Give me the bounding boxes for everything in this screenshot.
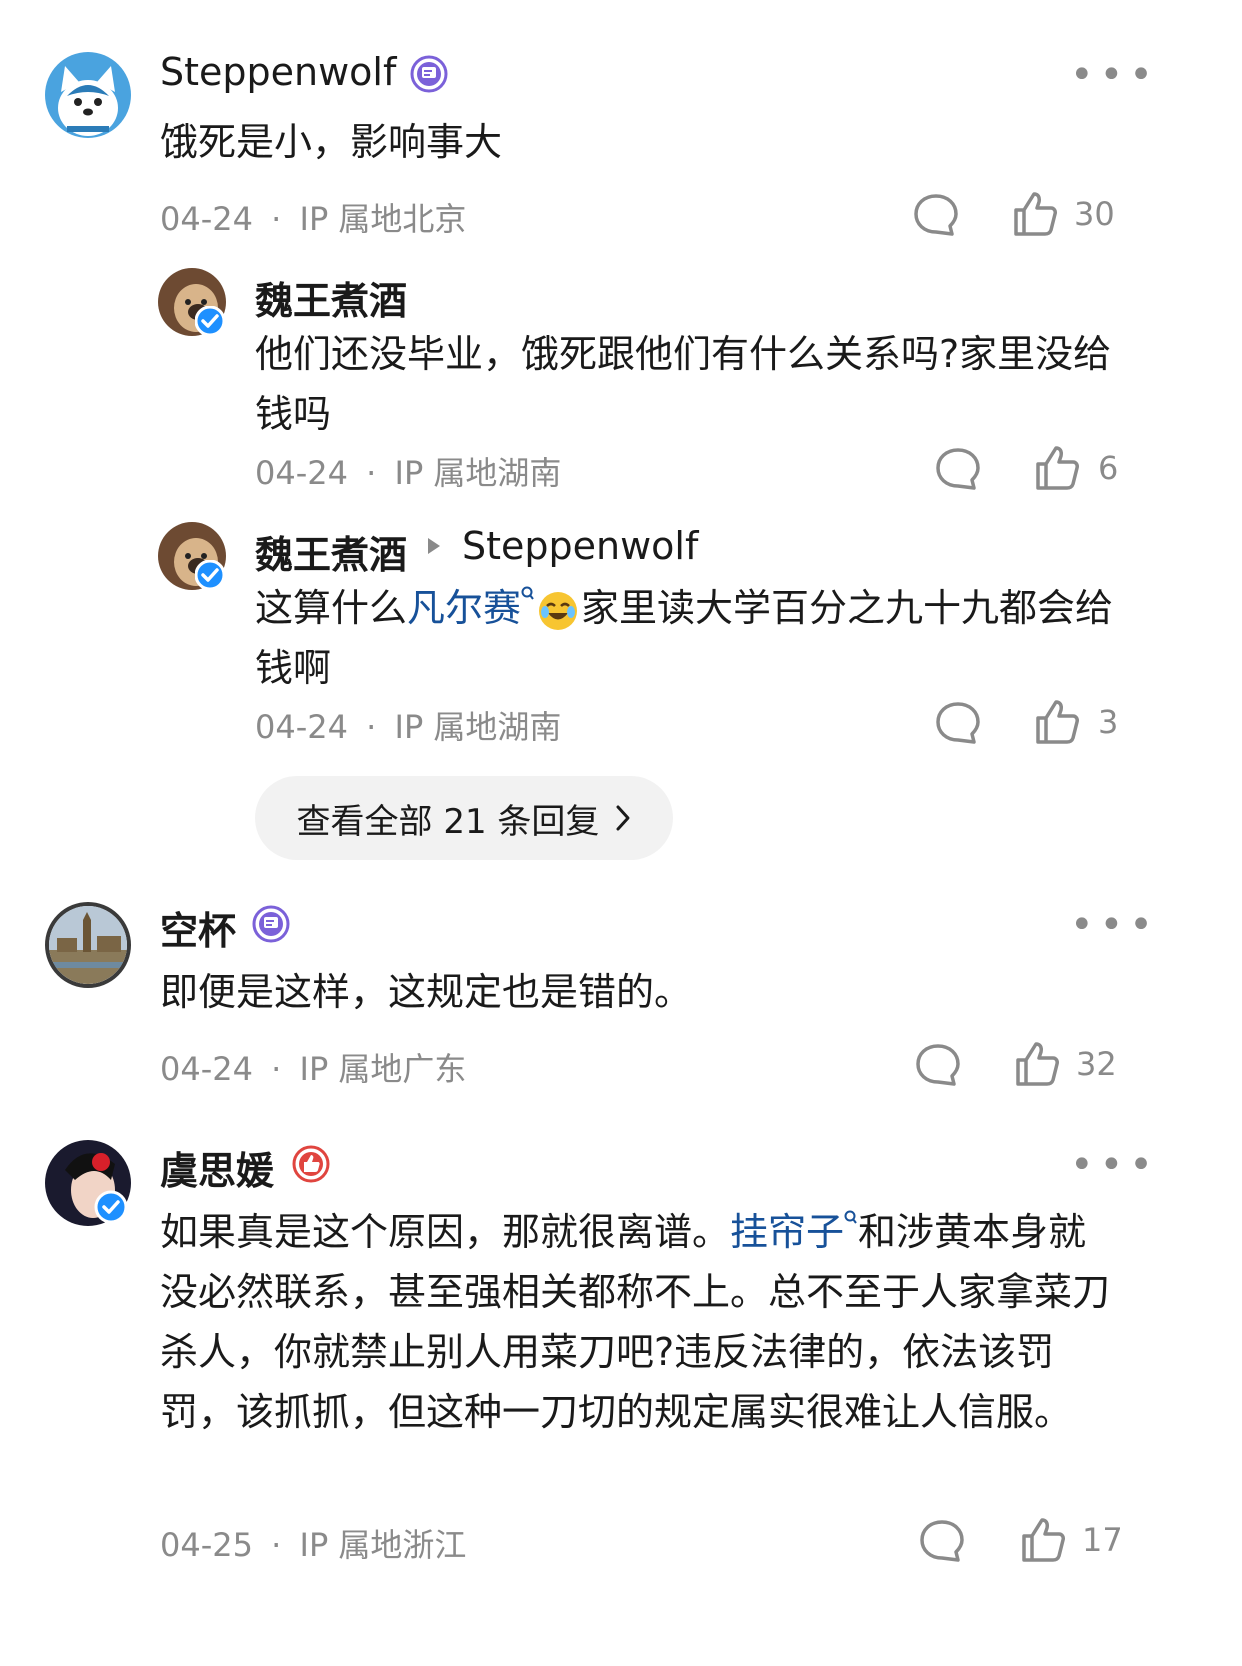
reply-button[interactable] [912,192,960,238]
like-button[interactable]: 3 [1034,698,1118,746]
comment-ip: IP 属地北京 [299,200,467,238]
comment-bubble-icon [936,702,980,744]
reply-ip: IP 属地湖南 [394,454,562,492]
comment-meta: 04-25 · IP 属地浙江 [160,1520,466,1566]
comment-date: 04-24 [160,1050,253,1088]
comment-ip: IP 属地广东 [299,1050,467,1088]
like-count: 17 [1082,1521,1123,1559]
comment-bubble-icon [920,1520,964,1562]
comment-bubble-icon [936,448,980,490]
comment-date: 04-24 [160,200,253,238]
comment-author[interactable]: Steppenwolf [160,50,396,94]
comment-meta: 04-24 · IP 属地广东 [160,1044,466,1090]
reply-button[interactable] [918,1518,966,1564]
verified-icon [94,1190,128,1224]
reply-meta: 04-24 · IP 属地湖南 [255,448,561,494]
comment-meta: 04-24 · IP 属地北京 [160,194,466,240]
reply-text: 这算什么凡尔赛 家里读大学百分之九十九都会给钱啊 [255,578,1135,698]
thumbs-up-icon [1014,192,1057,236]
thumbs-up-icon [1036,700,1079,744]
comment-text: 即便是这样，这规定也是错的。 [160,970,693,1014]
reply-button[interactable] [934,700,982,746]
like-button[interactable]: 32 [1014,1040,1117,1088]
search-icon [844,1210,858,1226]
comment-text: 饿死是小，影响事大 [160,120,503,164]
more-options-button[interactable]: ••• [1070,1142,1159,1188]
search-icon [521,586,535,602]
reply-meta: 04-24 · IP 属地湖南 [255,702,561,748]
separator: · [271,1526,282,1564]
reply-date: 04-24 [255,454,348,492]
topic-link[interactable]: 挂帘子 [730,1210,844,1254]
like-count: 32 [1076,1045,1117,1083]
reply-author[interactable]: 魏王煮酒 [255,524,407,579]
verified-icon [195,560,225,590]
comment-text: 如果真是这个原因，那就很离谱。挂帘子 和涉黄本身就没必然联系，甚至强相关都称不上。… [160,1202,1120,1442]
comment-bubble-icon [914,194,958,236]
city-avatar-icon [49,906,127,984]
thumbs-up-icon [1036,446,1079,490]
topic-link[interactable]: 凡尔赛 [407,586,521,630]
separator: · [271,200,282,238]
reply-arrow-icon [426,536,442,556]
reply-text-before: 这算什么 [255,586,408,630]
separator: · [271,1050,282,1088]
reply-ip: IP 属地湖南 [394,708,562,746]
more-options-button[interactable]: ••• [1070,52,1159,98]
laughing-emoji-icon [537,590,579,632]
comment-author[interactable]: 虞思媛 [160,1140,274,1195]
creator-badge-icon [252,905,290,943]
view-all-label: 查看全部 21 条回复 [296,801,600,842]
reply-to-user[interactable]: Steppenwolf [462,524,698,568]
like-button[interactable]: 17 [1020,1516,1123,1564]
comment-author[interactable]: 空杯 [160,900,236,955]
view-all-replies-button[interactable]: 查看全部 21 条回复 [255,776,673,860]
avatar[interactable] [45,902,131,988]
avatar[interactable] [45,52,131,138]
reply-author[interactable]: 魏王煮酒 [255,270,407,325]
reply-button[interactable] [914,1042,962,1088]
thumbs-up-badge-icon [292,1145,330,1183]
like-count: 30 [1074,195,1115,233]
separator: · [366,708,377,746]
like-button[interactable]: 6 [1034,444,1118,492]
like-count: 3 [1098,703,1119,741]
reply-text: 他们还没毕业，饿死跟他们有什么关系吗?家里没给钱吗 [255,332,1112,436]
like-button[interactable]: 30 [1012,190,1115,238]
verified-icon [195,306,225,336]
comment-ip: IP 属地浙江 [299,1526,467,1564]
creator-badge-icon [410,55,448,93]
comment-text-before: 如果真是这个原因，那就很离谱。 [160,1210,731,1254]
more-options-button[interactable]: ••• [1070,902,1159,948]
thumbs-up-icon [1022,1518,1065,1562]
reply-button[interactable] [934,446,982,492]
like-count: 6 [1098,449,1119,487]
thumbs-up-icon [1016,1042,1059,1086]
reply-date: 04-24 [255,708,348,746]
comment-bubble-icon [916,1044,960,1086]
comment-date: 04-25 [160,1526,253,1564]
husky-avatar-icon [45,52,131,138]
chevron-right-icon [615,804,631,832]
separator: · [366,454,377,492]
